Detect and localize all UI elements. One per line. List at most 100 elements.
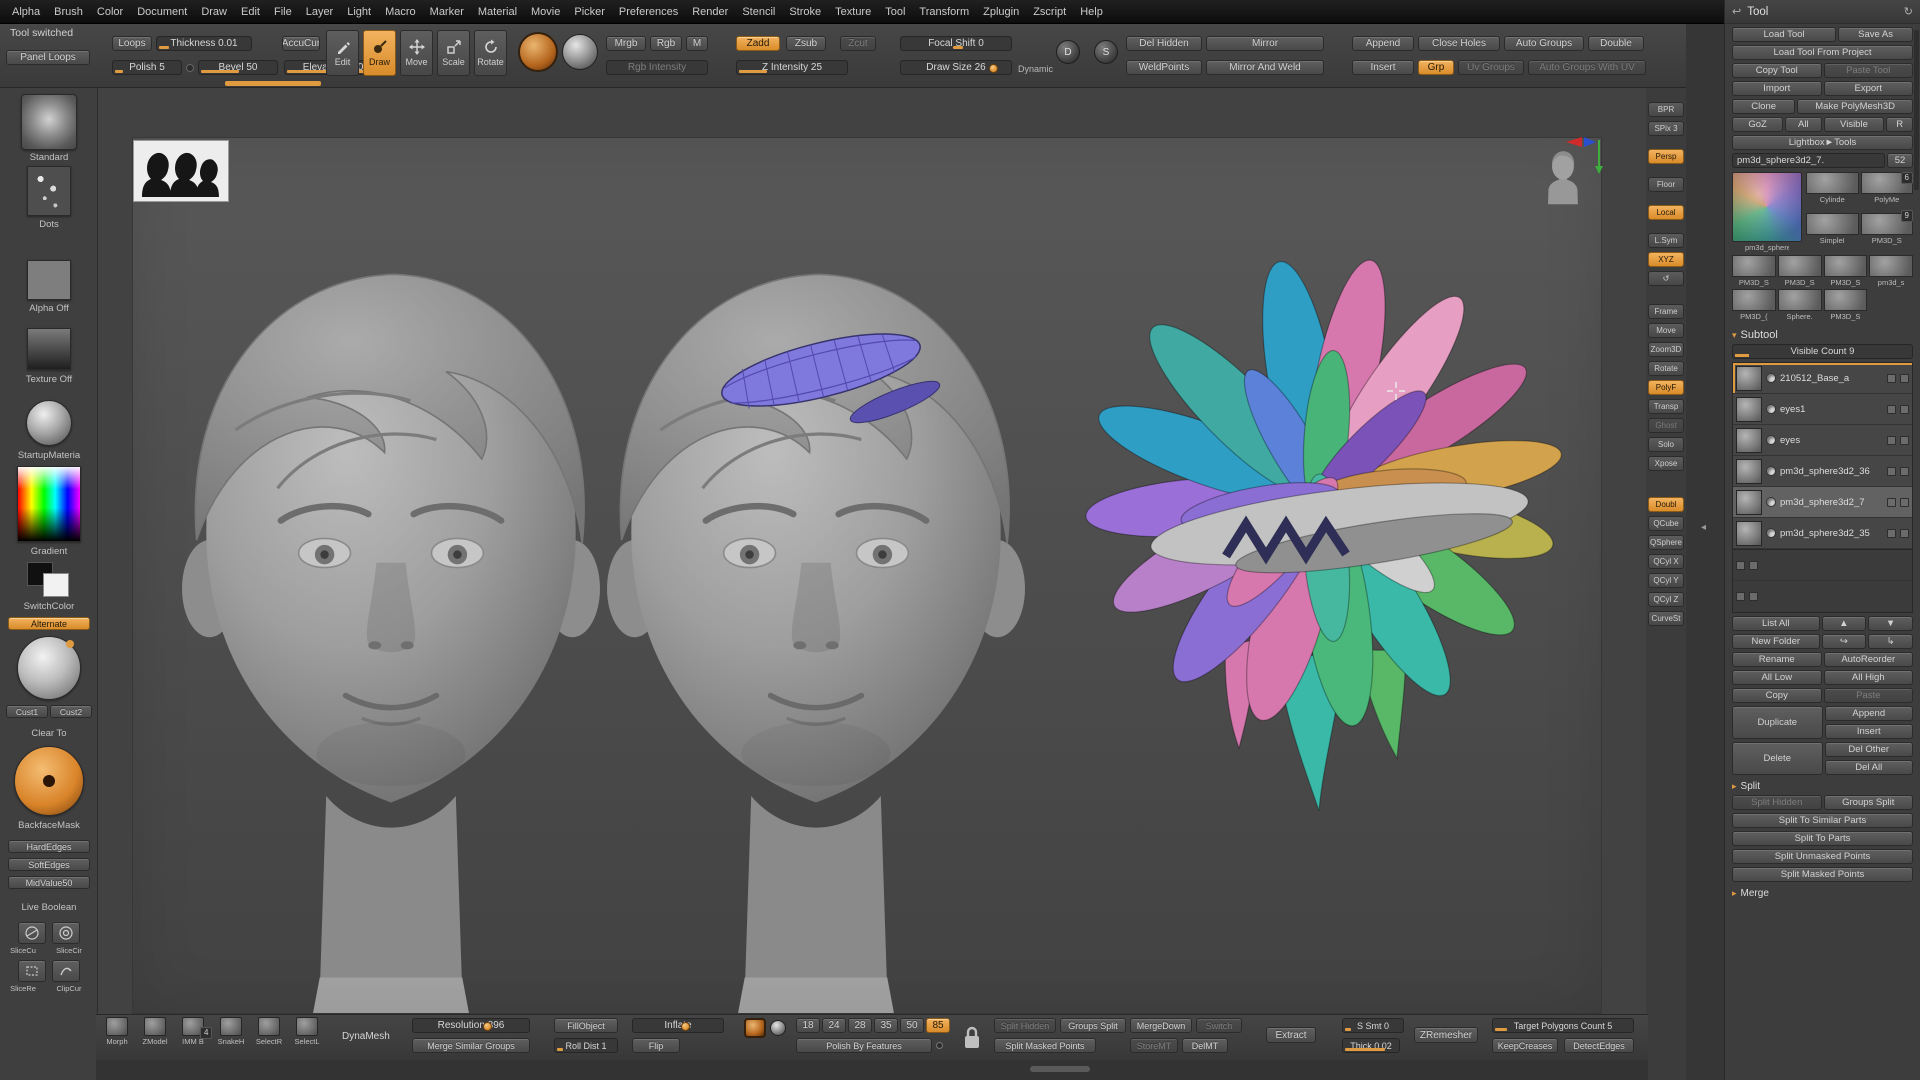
subtool-row[interactable]: eyes1 [1733,394,1912,425]
subtool-up-button[interactable]: ▲ [1822,616,1867,631]
shelf-button[interactable]: QCyl Y [1648,573,1684,588]
slider-handle[interactable] [483,1022,492,1031]
edit-mode-button[interactable]: Edit [326,30,359,76]
mirror-button[interactable]: Mirror [1206,36,1324,51]
weldpoints-button[interactable]: WeldPoints [1126,60,1202,75]
uv-icon[interactable] [1900,436,1909,445]
uv-icon[interactable] [1900,529,1909,538]
visibility-eye-icon[interactable] [1766,466,1776,476]
auto-groups-button[interactable]: Auto Groups [1504,36,1584,51]
stroke-thumbnail[interactable] [27,166,71,216]
goz-visible-button[interactable]: Visible [1824,117,1885,132]
load-tool-button[interactable]: Load Tool [1732,27,1836,42]
shelf-button[interactable]: Rotate [1648,361,1684,376]
polygroup-number-button[interactable]: 28 [848,1018,872,1033]
copy-tool-button[interactable]: Copy Tool [1732,63,1822,78]
doc-preview-thumbnail[interactable] [133,140,229,202]
menu-item[interactable]: Color [95,4,125,20]
uv-icon[interactable] [1900,498,1909,507]
clone-button[interactable]: Clone [1732,99,1795,114]
slice-circle-button[interactable] [52,922,80,944]
menu-item[interactable]: Edit [239,4,262,20]
active-tool-thumbnail[interactable] [1732,172,1802,242]
zsub-button[interactable]: Zsub [786,36,826,51]
clip-curve-button[interactable] [52,960,80,982]
del-all-button[interactable]: Del All [1825,760,1914,775]
copy-subtool-button[interactable]: Copy [1732,688,1822,703]
visibility-eye-icon[interactable] [1766,373,1776,383]
polygroup-number-button[interactable]: 35 [874,1018,898,1033]
focal-shift-slider[interactable]: Focal Shift 0 [900,36,1012,51]
menu-item[interactable]: Movie [529,4,562,20]
store-mt-button[interactable]: StoreMT [1130,1038,1178,1053]
mid-value-button[interactable]: MidValue50 [8,876,90,889]
slider-handle[interactable] [989,64,998,73]
shelf-button[interactable]: Transp [1648,399,1684,414]
dots-stroke-toggle-d[interactable]: D [1056,40,1080,64]
move-mode-button[interactable]: Move [400,30,433,76]
bevel-radio-dot[interactable] [186,64,194,72]
paste-tool-button[interactable]: Paste Tool [1824,63,1914,78]
visible-count-slider[interactable]: Visible Count 9 [1732,344,1913,359]
menu-item[interactable]: Tool [883,4,907,20]
alternate-button[interactable]: Alternate [8,617,90,630]
menu-item[interactable]: Preferences [617,4,680,20]
brush-slot[interactable]: ZModel [138,1017,172,1046]
thick-slider[interactable]: Thick 0.02 [1342,1038,1400,1053]
menu-item[interactable]: Zscript [1031,4,1068,20]
cust1-button[interactable]: Cust1 [6,705,48,718]
goz-all-button[interactable]: All [1785,117,1821,132]
cust2-button[interactable]: Cust2 [50,705,92,718]
bevel-slider[interactable]: Bevel 50 [198,60,278,75]
goz-button[interactable]: GoZ [1732,117,1783,132]
subtool-section-header[interactable]: ▾ Subtool [1732,329,1913,341]
all-low-button[interactable]: All Low [1732,670,1822,685]
menu-item[interactable]: Layer [304,4,336,20]
polypaint-icon[interactable] [1887,436,1896,445]
rgb-button[interactable]: Rgb [650,36,682,51]
m-button[interactable]: M [686,36,708,51]
target-polygons-slider[interactable]: Target Polygons Count 5 [1492,1018,1634,1033]
polygroup-number-button[interactable]: 85 [926,1018,950,1033]
slice-curve-button[interactable] [18,922,46,944]
tool-thumbnail-cell[interactable]: pm3d_s [1869,255,1913,287]
shelf-button[interactable]: QSphere [1648,535,1684,550]
groups-split-bottom-button[interactable]: Groups Split [1060,1018,1126,1033]
merge-down-button[interactable]: MergeDown [1130,1018,1192,1033]
camera-axis-gizmo[interactable] [1538,134,1608,212]
zcut-button[interactable]: Zcut [840,36,876,51]
polish-by-features-button[interactable]: Polish By Features [796,1038,932,1053]
move-out-folder-button[interactable]: ↳ [1868,634,1913,649]
loops-button[interactable]: Loops [112,36,152,51]
shelf-button[interactable]: Move [1648,323,1684,338]
uv-groups-button[interactable]: Uv Groups [1458,60,1524,75]
rotate-mode-button[interactable]: Rotate [474,30,507,76]
menu-item[interactable]: Stencil [740,4,777,20]
menu-item[interactable]: Picker [572,4,607,20]
active-brush-thumbnail[interactable] [518,32,558,72]
dynamesh-label[interactable]: DynaMesh [342,1031,390,1042]
all-high-button[interactable]: All High [1824,670,1914,685]
subtool-down-button[interactable]: ▼ [1868,616,1913,631]
menu-item[interactable]: Transform [917,4,971,20]
tool-thumbnail-cell[interactable]: PM3D_S [1732,255,1776,287]
double-button[interactable]: Double [1588,36,1644,51]
polish-radio-dot[interactable] [936,1042,943,1049]
menu-item[interactable]: Help [1078,4,1105,20]
del-other-button[interactable]: Del Other [1825,742,1914,757]
thickness-slider[interactable]: Thickness 0.01 [156,36,252,51]
material-thumbnail[interactable] [26,400,72,446]
menu-item[interactable]: Texture [833,4,873,20]
alpha-thumbnail[interactable] [27,260,71,300]
hard-edges-button[interactable]: HardEdges [8,840,90,853]
dots-stroke-toggle-s[interactable]: S [1094,40,1118,64]
sphere-chip[interactable] [770,1020,786,1036]
merge-section-header[interactable]: ▸ Merge [1732,888,1913,899]
inflate-slider[interactable]: Inflate [632,1018,724,1033]
accucurve-button[interactable]: AccuCur [282,36,320,51]
merge-similar-groups-button[interactable]: Merge Similar Groups [412,1038,530,1053]
tool-thumbnail-cell[interactable]: PM3D_( [1732,289,1776,321]
menu-item[interactable]: Document [135,4,189,20]
split-masked-points-button[interactable]: Split Masked Points [994,1038,1096,1053]
current-brush-thumbnail[interactable] [21,94,77,150]
